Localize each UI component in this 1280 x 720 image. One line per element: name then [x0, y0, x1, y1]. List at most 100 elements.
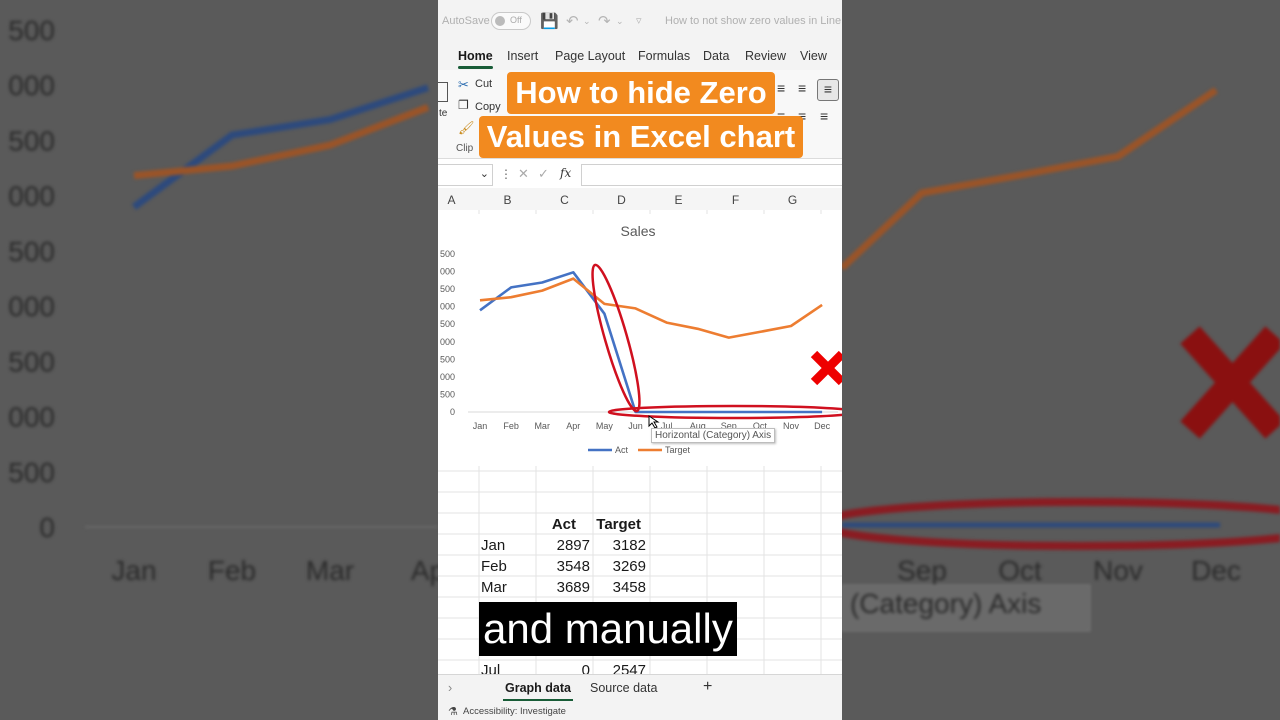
bg-x-label: Jan [111, 555, 156, 586]
align-bottom-icon[interactable]: ≡ [817, 79, 839, 101]
undo-icon[interactable]: ↶ [566, 12, 579, 30]
redo-icon[interactable]: ↷ [598, 12, 611, 30]
header-act[interactable]: Act [536, 515, 576, 535]
formula-input[interactable] [581, 164, 842, 186]
tab-home[interactable]: Home [458, 49, 493, 69]
bg-x-label: Dec [1191, 555, 1241, 586]
save-icon[interactable]: 💾 [540, 12, 559, 30]
chart-legend[interactable]: Act Target [588, 445, 691, 455]
x-tick-label: May [596, 421, 614, 431]
y-tick-label: 500 [440, 284, 455, 294]
document-title: How to not show zero values in Line c [665, 15, 842, 27]
paste-icon[interactable] [438, 82, 448, 102]
act-cell-feb[interactable]: 3548 [536, 557, 590, 577]
target-cell-feb[interactable]: 3269 [593, 557, 646, 577]
bg-y-label: 000 [8, 70, 55, 101]
bg-y-label: 000 [8, 402, 55, 433]
column-header-a[interactable]: A [438, 193, 465, 207]
header-target[interactable]: Target [593, 515, 641, 535]
accessibility-status[interactable]: Accessibility: Investigate [463, 706, 566, 717]
bg-y-label: 500 [8, 15, 55, 46]
x-tick-label: Apr [566, 421, 580, 431]
chart-title[interactable]: Sales [620, 223, 655, 239]
background-right-chart: Sep Oct Nov Dec (Category) Axis [816, 87, 1280, 632]
formula-bar-more-icon[interactable]: ⋮ [500, 167, 512, 181]
paste-label[interactable]: te [439, 108, 447, 119]
y-tick-label: 500 [440, 389, 455, 399]
column-header-g[interactable]: G [764, 193, 821, 207]
sheet-tab-source-data[interactable]: Source data [590, 681, 657, 695]
column-header-c[interactable]: C [536, 193, 593, 207]
column-header-e[interactable]: E [650, 193, 707, 207]
format-painter-icon[interactable]: 🖌 [458, 120, 475, 136]
add-sheet-button[interactable]: + [703, 678, 712, 696]
month-cell-mar[interactable]: Mar [481, 578, 507, 598]
sheet-nav-icon[interactable]: › [448, 681, 452, 695]
headline-overlay: How to hide Zero Values in Excel chart [474, 72, 808, 160]
bg-series-line [133, 104, 430, 180]
formula-bar: ⌄ ⋮ ✕ ✓ fx [438, 162, 842, 189]
sales-chart[interactable]: Sales 500 000 500 000 500 000 500 000 500 0 Jan Fe… [438, 214, 842, 466]
tab-page-layout[interactable]: Page Layout [555, 49, 625, 63]
act-cell-mar[interactable]: 3689 [536, 578, 590, 598]
copy-icon[interactable]: ❐ [458, 98, 469, 112]
column-header-f[interactable]: F [707, 193, 764, 207]
cancel-icon[interactable]: ✕ [518, 166, 529, 182]
bg-x-label: Oct [998, 555, 1042, 586]
clipboard-group-label: Clip [456, 143, 474, 154]
bg-x-label: Feb [208, 555, 256, 586]
subtitle-caption: and manually [479, 602, 737, 656]
bg-y-label: 500 [8, 457, 55, 488]
x-tick-label: Mar [534, 421, 550, 431]
zero-highlights [591, 263, 842, 420]
y-tick-label: 000 [440, 267, 455, 277]
series-line-target[interactable] [479, 277, 823, 339]
bg-series-line [131, 84, 430, 210]
legend-label[interactable]: Act [615, 445, 629, 455]
bg-x-label: Mar [306, 555, 354, 586]
sheet-tab-graph-data[interactable]: Graph data [503, 681, 573, 701]
tab-data[interactable]: Data [703, 49, 729, 63]
accessibility-icon[interactable]: ⚗ [448, 705, 458, 718]
bg-y-label: 500 [8, 125, 55, 156]
customize-toolbar-icon[interactable]: ▿ [636, 14, 642, 27]
tab-review[interactable]: Review [745, 49, 786, 63]
autosave-state: Off [510, 15, 522, 25]
name-box-dropdown-icon[interactable]: ⌄ [480, 167, 489, 180]
bg-y-label: 000 [8, 181, 55, 212]
month-cell-jan[interactable]: Jan [481, 536, 505, 556]
legend-label[interactable]: Target [665, 445, 691, 455]
y-tick-label: 500 [440, 354, 455, 364]
axis-tooltip: Horizontal (Category) Axis [651, 428, 776, 443]
bg-x-label: Sep [897, 555, 947, 586]
bg-y-label: 500 [8, 236, 55, 267]
autosave-label: AutoSave [442, 15, 490, 27]
target-cell-mar[interactable]: 3458 [593, 578, 646, 598]
month-cell-feb[interactable]: Feb [481, 557, 507, 577]
column-header-b[interactable]: B [479, 193, 536, 207]
chart-series[interactable] [479, 270, 823, 414]
align-right-icon[interactable]: ≡ [820, 108, 828, 124]
x-tick-label: Feb [503, 421, 519, 431]
column-header-d[interactable]: D [593, 193, 650, 207]
sheet-tabs: › Graph data Source data + [438, 674, 842, 703]
redo-dropdown-icon[interactable]: ⌄ [616, 16, 624, 27]
autosave-toggle[interactable]: Off [491, 12, 531, 30]
title-bar: AutoSave Off 💾 ↶ ⌄ ↷ ⌄ ▿ How to not show… [438, 0, 842, 42]
tab-insert[interactable]: Insert [507, 49, 538, 63]
y-tick-label: 0 [450, 407, 455, 417]
tab-view[interactable]: View [800, 49, 827, 63]
undo-dropdown-icon[interactable]: ⌄ [583, 16, 591, 27]
x-tick-label: Dec [814, 421, 831, 431]
tab-formulas[interactable]: Formulas [638, 49, 690, 63]
act-cell-jan[interactable]: 2897 [536, 536, 590, 556]
target-cell-jan[interactable]: 3182 [593, 536, 646, 556]
bg-target-line [839, 87, 1218, 271]
bg-axis-label: (Category) Axis [850, 588, 1041, 619]
bg-y-label: 000 [8, 291, 55, 322]
name-box[interactable]: ⌄ [438, 164, 493, 186]
cut-icon[interactable]: ✂ [458, 77, 469, 93]
enter-icon[interactable]: ✓ [538, 166, 549, 182]
insert-function-icon[interactable]: fx [560, 166, 571, 180]
y-axis-ticks: 500 000 500 000 500 000 500 000 500 0 [440, 249, 455, 417]
